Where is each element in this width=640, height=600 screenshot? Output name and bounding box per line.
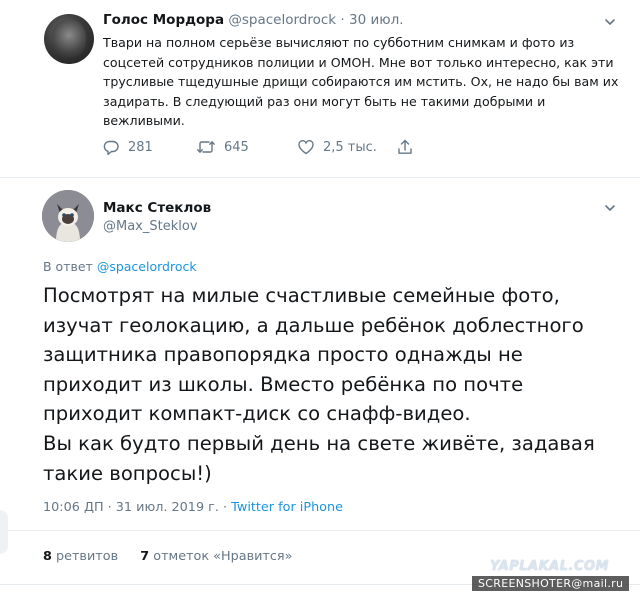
tweet-timestamp[interactable]: 10:06 ДП · 31 июл. 2019 г. · [43, 500, 227, 515]
like-icon [297, 138, 315, 156]
reply-count: 281 [128, 139, 153, 155]
like-button[interactable]: 2,5 тыс. [297, 138, 377, 156]
likes-label: отметок «Нравится» [153, 549, 293, 564]
divider [0, 530, 640, 531]
reply-to-link[interactable]: @spacelordrock [97, 259, 197, 274]
retweet-count: 645 [224, 139, 249, 155]
tweet-paragraph: Посмотрят на милые счастливые семейные ф… [43, 284, 584, 426]
chevron-down-icon[interactable] [603, 200, 617, 219]
tweet-header: Голос Мордора @spacelordrock · 30 июл. [103, 12, 404, 28]
reply-context: В ответ @spacelordrock [43, 259, 197, 274]
author-handle[interactable]: @spacelordrock [228, 12, 336, 28]
retweet-icon [196, 138, 216, 156]
likes-stat[interactable]: 7 отметок «Нравится» [140, 549, 292, 564]
watermark-site: YAPLAKAL.COM [490, 559, 609, 574]
tweet-stats: 8 ретвитов 7 отметок «Нравится» [43, 549, 292, 564]
author-name[interactable]: Макс Стеклов [103, 200, 211, 216]
author-handle[interactable]: @Max_Steklov [103, 219, 198, 234]
retweets-stat[interactable]: 8 ретвитов [43, 549, 118, 564]
tweet-text: Посмотрят на милые счастливые семейные ф… [43, 281, 623, 488]
scroll-edge [0, 510, 8, 554]
avatar[interactable] [42, 190, 94, 242]
reply-button[interactable]: 281 [102, 138, 153, 156]
like-count: 2,5 тыс. [323, 139, 377, 155]
retweets-count: 8 [43, 549, 52, 564]
avatar[interactable] [44, 14, 94, 64]
retweets-label: ретвитов [55, 549, 119, 564]
chevron-down-icon[interactable] [603, 14, 617, 33]
tweet-text: Твари на полном серьёзе вычисляют по суб… [103, 35, 619, 128]
share-button[interactable] [396, 138, 414, 156]
watermark-tool: SCREENSHOTER@mail.ru [472, 576, 630, 591]
author-name[interactable]: Голос Мордора [103, 12, 224, 28]
tweet-date[interactable]: · 30 июл. [340, 12, 403, 28]
tweet-paragraph: Вы как будто первый день на свете живёте… [43, 431, 595, 485]
reply-prefix: В ответ [43, 259, 93, 274]
reply-icon [102, 138, 120, 156]
retweet-button[interactable]: 645 [196, 138, 249, 156]
likes-count: 7 [140, 549, 150, 564]
tweet-source-link[interactable]: Twitter for iPhone [231, 500, 343, 515]
divider [0, 177, 640, 178]
share-icon [396, 138, 414, 156]
tweet-meta: 10:06 ДП · 31 июл. 2019 г. · Twitter for… [43, 500, 343, 515]
